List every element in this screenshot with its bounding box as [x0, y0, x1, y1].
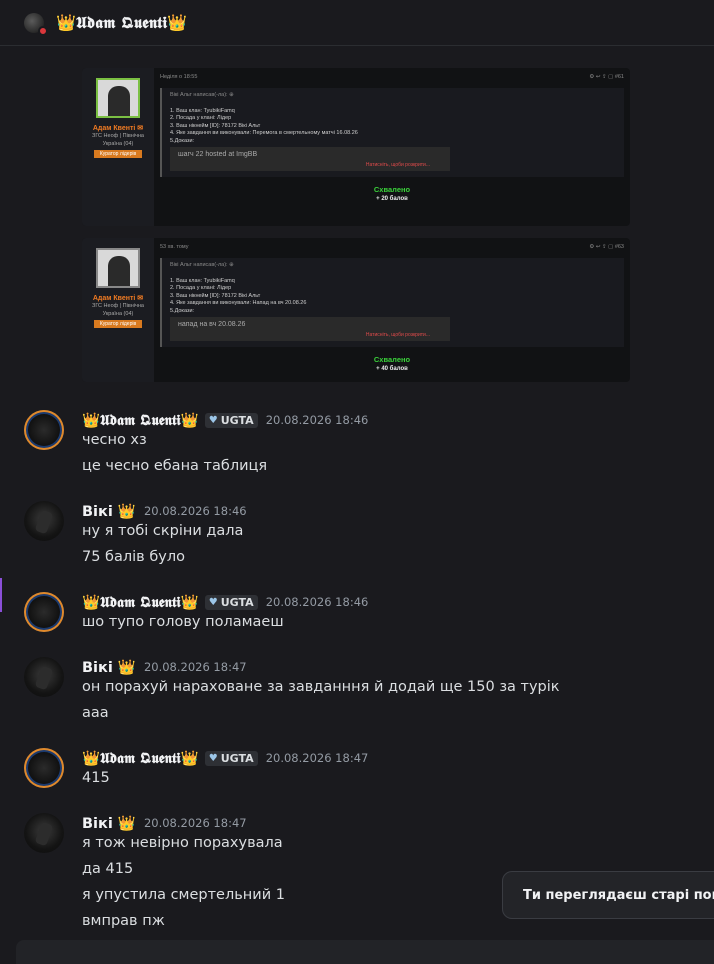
forum-media: шагч 22 hosted at ImgBB Натисніть, щоби …	[170, 147, 450, 171]
message-text: я тож невірно порахувала	[82, 835, 283, 851]
message-text: вмправ пж	[82, 913, 165, 929]
heart-icon: ♥	[208, 596, 218, 608]
message-text: 75 балів було	[82, 549, 186, 565]
message-text: чесно хз	[82, 432, 147, 448]
forum-user-panel: Адам Квенті ✉ ЗГС Неоф | Північна Україна…	[82, 68, 154, 226]
avatar[interactable]	[24, 813, 64, 853]
guild-tag[interactable]: ♥ UGTA	[204, 594, 258, 610]
header-title: 👑𝖀𝖉𝖆𝖒 𝕼𝖚𝖊𝖓𝖙𝖎👑	[56, 12, 188, 32]
message-text: да 415	[82, 861, 134, 877]
forum-avatar	[96, 78, 140, 118]
message-timestamp: 20.08.2026 18:47	[265, 751, 369, 765]
forum-points: + 20 балов	[376, 196, 408, 202]
forum-user-info: ЗГС Неоф | Північна Україна (04)	[92, 303, 144, 317]
message-author[interactable]: Вікі 👑	[82, 503, 136, 520]
avatar[interactable]	[24, 657, 64, 697]
message-text: ну я тобі скріни дала	[82, 523, 244, 539]
status-dot	[38, 25, 48, 36]
forum-post-meta: 53 хв. тому ⚙ ↩ ⇪ ▢ #63	[160, 244, 624, 250]
screenshot-embed[interactable]: Адам Квенті ✉ ЗГС Неоф | Північна Україна…	[82, 238, 630, 382]
left-edge-bar	[0, 578, 2, 612]
forum-status: Схвалено	[373, 185, 411, 194]
forum-points: + 40 балов	[376, 366, 408, 372]
forum-media: напад на вч 20.08.26 Натисніть, щоби роз…	[170, 317, 450, 341]
forum-post-meta: Неділя о 18:55 ⚙ ↩ ⇪ ▢ #61	[160, 74, 624, 80]
forum-status: Схвалено	[373, 355, 411, 364]
forum-post-body: Неділя о 18:55 ⚙ ↩ ⇪ ▢ #61 Вікі Альт напи…	[160, 74, 624, 202]
message-composer[interactable]	[16, 940, 714, 964]
message-author[interactable]: 👑𝖀𝖉𝖆𝖒 𝕼𝖚𝖊𝖓𝖙𝖎👑	[82, 750, 199, 767]
old-messages-toast[interactable]: Ти переглядаєш старі повідомлення	[502, 871, 714, 919]
avatar[interactable]	[24, 592, 64, 632]
forum-user-badge: Куратор лідерів	[93, 150, 143, 158]
heart-icon: ♥	[208, 414, 218, 426]
forum-username: Адам Квенті ✉	[92, 125, 144, 132]
forum-username: Адам Квенті ✉	[92, 295, 144, 302]
forum-user-panel: Адам Квенті ✉ ЗГС Неоф | Північна Україна…	[82, 238, 154, 382]
message-timestamp: 20.08.2026 18:47	[143, 816, 247, 830]
message-timestamp: 20.08.2026 18:46	[265, 595, 369, 609]
message-author[interactable]: 👑𝖀𝖉𝖆𝖒 𝕼𝖚𝖊𝖓𝖙𝖎👑	[82, 594, 199, 611]
avatar[interactable]	[24, 410, 64, 450]
header-avatar[interactable]	[24, 12, 48, 36]
forum-avatar	[96, 248, 140, 288]
heart-icon: ♥	[208, 752, 218, 764]
message-text: ааа	[82, 705, 109, 721]
screenshot-embed[interactable]: Адам Квенті ✉ ЗГС Неоф | Північна Україна…	[82, 68, 630, 226]
guild-tag[interactable]: ♥ UGTA	[204, 750, 258, 766]
message-timestamp: 20.08.2026 18:47	[143, 660, 247, 674]
forum-quote: Вікі Альт написав(-ла): ⊕ 1. Ваш клан: T…	[160, 88, 624, 177]
avatar[interactable]	[24, 748, 64, 788]
forum-user-badge: Куратор лідерів	[93, 320, 143, 328]
message-timestamp: 20.08.2026 18:46	[143, 504, 247, 518]
message-text: 415	[82, 770, 110, 786]
channel-header: 👑𝖀𝖉𝖆𝖒 𝕼𝖚𝖊𝖓𝖙𝖎👑	[0, 0, 714, 46]
message-timestamp: 20.08.2026 18:46	[265, 413, 369, 427]
message-author[interactable]: Вікі 👑	[82, 659, 136, 676]
avatar[interactable]	[24, 501, 64, 541]
message-author[interactable]: Вікі 👑	[82, 815, 136, 832]
message-text: он порахуй нараховане за завданння й дод…	[82, 679, 560, 695]
forum-quote: Вікі Альт написав(-ла): ⊕ 1. Ваш клан: T…	[160, 258, 624, 347]
forum-post-body: 53 хв. тому ⚙ ↩ ⇪ ▢ #63 Вікі Альт написав…	[160, 244, 624, 372]
message-author[interactable]: 👑𝖀𝖉𝖆𝖒 𝕼𝖚𝖊𝖓𝖙𝖎👑	[82, 412, 199, 429]
message-text: я упустила смертельний 1	[82, 887, 285, 903]
guild-tag[interactable]: ♥ UGTA	[204, 412, 258, 428]
forum-user-info: ЗГС Неоф | Північна Україна (04)	[92, 133, 144, 147]
message-text: шо тупо голову поламаеш	[82, 614, 284, 630]
message-text: це чесно ебана таблиця	[82, 458, 268, 474]
